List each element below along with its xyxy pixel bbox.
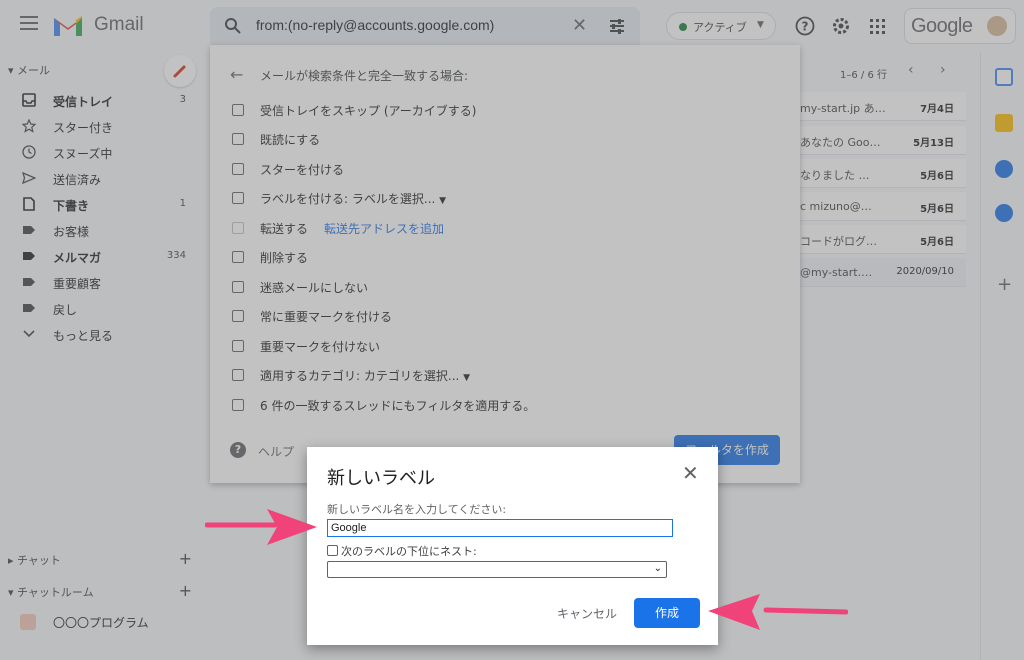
label-name-prompt: 新しいラベル名を入力してください: [327,503,507,516]
annotation-arrow-input [205,509,317,545]
close-icon[interactable]: ✕ [682,461,699,485]
chevron-down-icon: ⌄ [653,563,662,574]
cancel-button[interactable]: キャンセル [557,605,617,622]
nest-label: 次のラベルの下位にネスト: [341,545,477,558]
annotation-arrow-create [708,594,848,630]
create-label-button[interactable]: 作成 [634,598,700,628]
new-label-dialog: 新しいラベル ✕ 新しいラベル名を入力してください: 次のラベルの下位にネスト:… [307,447,718,645]
parent-label-select[interactable]: ⌄ [327,561,667,578]
label-name-input[interactable] [327,519,673,537]
dialog-title: 新しいラベル [327,468,435,489]
nest-checkbox[interactable] [327,545,338,556]
